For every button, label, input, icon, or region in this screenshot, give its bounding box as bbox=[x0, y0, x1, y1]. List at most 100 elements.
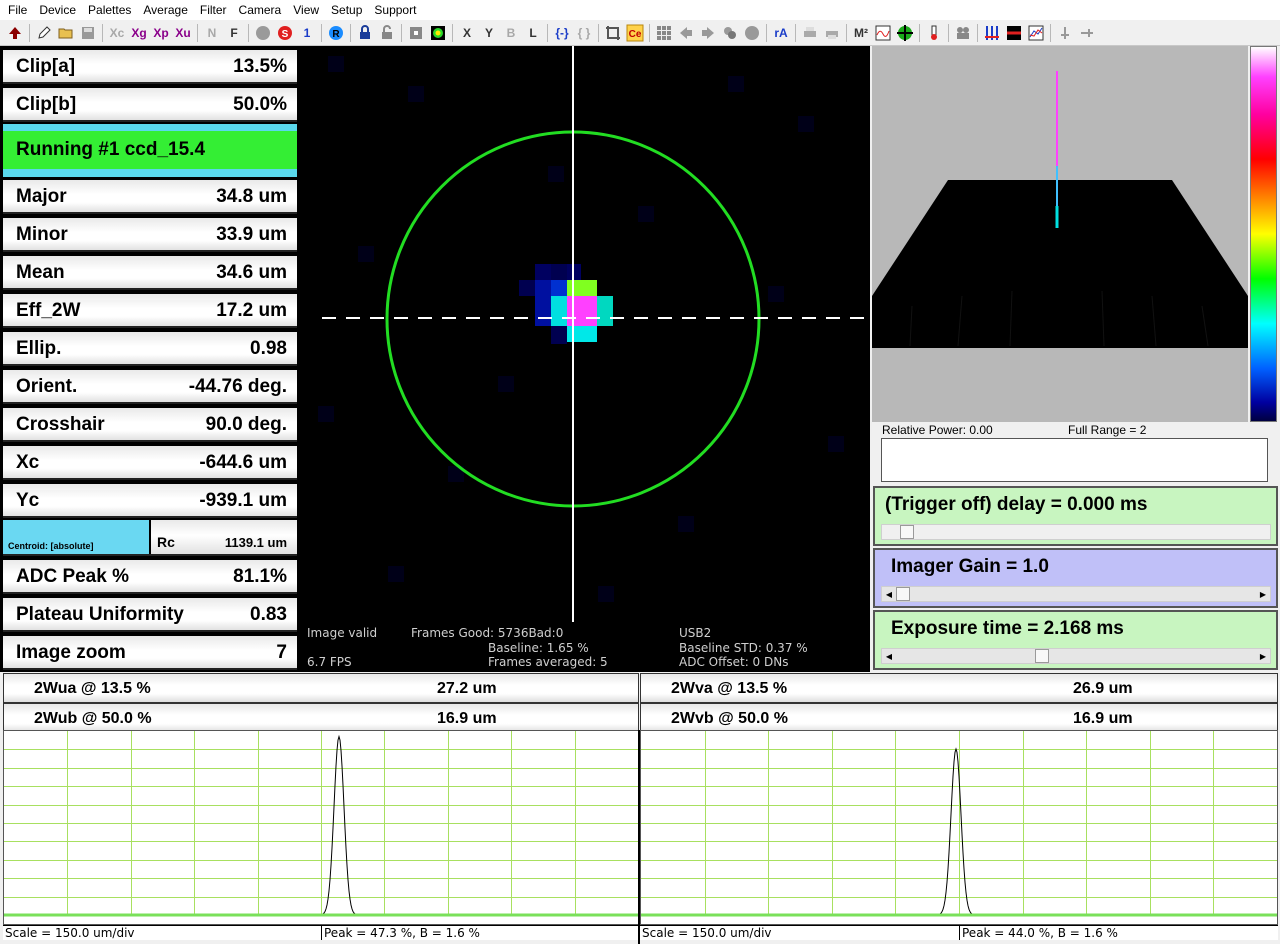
ra-icon[interactable]: rA bbox=[770, 22, 792, 44]
graph-icon[interactable] bbox=[1025, 22, 1047, 44]
x-axis-icon[interactable]: X bbox=[456, 22, 478, 44]
clip-b-row[interactable]: Clip[b] 50.0% bbox=[3, 88, 297, 122]
b-icon[interactable]: B bbox=[500, 22, 522, 44]
xp-icon[interactable]: Xp bbox=[150, 22, 172, 44]
open-folder-icon[interactable] bbox=[55, 22, 77, 44]
centroid-mode[interactable]: Centroid: [absolute] bbox=[3, 520, 149, 554]
print-icon[interactable] bbox=[799, 22, 821, 44]
3d-profile-view[interactable] bbox=[872, 46, 1248, 422]
l-icon[interactable]: L bbox=[522, 22, 544, 44]
xu-icon[interactable]: Xu bbox=[172, 22, 194, 44]
unlock-icon[interactable] bbox=[376, 22, 398, 44]
eff2w-label: Eff_2W bbox=[16, 300, 81, 321]
bracket-blue-icon[interactable]: {-} bbox=[551, 22, 573, 44]
pencil-icon[interactable] bbox=[33, 22, 55, 44]
menu-camera[interactable]: Camera bbox=[233, 3, 288, 17]
xc-label: Xc bbox=[16, 452, 40, 473]
save-icon[interactable] bbox=[77, 22, 99, 44]
arrow-left-icon[interactable] bbox=[675, 22, 697, 44]
chart-icon[interactable] bbox=[872, 22, 894, 44]
stack-icon[interactable] bbox=[719, 22, 741, 44]
bars-icon[interactable] bbox=[981, 22, 1003, 44]
status-bar: Running #1 ccd_15.4 bbox=[3, 124, 297, 177]
gain-right-arrow-icon[interactable]: ▶ bbox=[1257, 588, 1269, 600]
xc-icon[interactable]: Xc bbox=[106, 22, 128, 44]
relative-power-text: Relative Power: 0.00 bbox=[882, 423, 993, 437]
target-color-icon[interactable] bbox=[427, 22, 449, 44]
major-row[interactable]: Major 34.8 um bbox=[3, 180, 297, 214]
rc-cell[interactable]: Rc 1139.1 um bbox=[151, 520, 297, 554]
profile-u-plot[interactable] bbox=[3, 730, 639, 925]
arrow-right-icon[interactable] bbox=[697, 22, 719, 44]
up-arrow-icon[interactable] bbox=[4, 22, 26, 44]
crosshair-row[interactable]: Crosshair 90.0 deg. bbox=[3, 408, 297, 442]
trigger-label: (Trigger off) delay = 0.000 ms bbox=[885, 494, 1148, 515]
crop-icon[interactable] bbox=[602, 22, 624, 44]
ellip-row[interactable]: Ellip. 0.98 bbox=[3, 332, 297, 366]
thermo-icon[interactable] bbox=[923, 22, 945, 44]
f-icon[interactable]: F bbox=[223, 22, 245, 44]
exposure-slider[interactable]: ◀ ▶ bbox=[881, 648, 1271, 664]
xc-row[interactable]: Xc -644.6 um bbox=[3, 446, 297, 480]
print2-icon[interactable] bbox=[821, 22, 843, 44]
menu-support[interactable]: Support bbox=[368, 3, 422, 17]
y-axis-icon[interactable]: Y bbox=[478, 22, 500, 44]
adc-peak-row[interactable]: ADC Peak % 81.1% bbox=[3, 560, 297, 594]
menu-view[interactable]: View bbox=[287, 3, 325, 17]
menu-palettes[interactable]: Palettes bbox=[82, 3, 137, 17]
arrow-pin-icon[interactable] bbox=[1076, 22, 1098, 44]
full-range-text: Full Range = 2 bbox=[1068, 423, 1147, 437]
gain-left-arrow-icon[interactable]: ◀ bbox=[883, 588, 895, 600]
menu-setup[interactable]: Setup bbox=[325, 3, 368, 17]
exposure-slider-thumb[interactable] bbox=[1035, 649, 1049, 663]
gain-slider-thumb[interactable] bbox=[896, 587, 910, 601]
exposure-left-arrow-icon[interactable]: ◀ bbox=[883, 650, 895, 662]
mean-row[interactable]: Mean 34.6 um bbox=[3, 256, 297, 290]
gain-label: Imager Gain = 1.0 bbox=[891, 556, 1049, 577]
baseline-std-text: Baseline STD: 0.37 % bbox=[679, 641, 808, 655]
pin-icon[interactable] bbox=[1054, 22, 1076, 44]
run-status: Running #1 ccd_15.4 bbox=[3, 131, 297, 169]
gray-circle-icon[interactable] bbox=[252, 22, 274, 44]
lock-icon[interactable] bbox=[354, 22, 376, 44]
xg-icon[interactable]: Xg bbox=[128, 22, 150, 44]
clip-b-value: 50.0% bbox=[233, 94, 287, 115]
menu-average[interactable]: Average bbox=[137, 3, 193, 17]
trigger-slider[interactable] bbox=[881, 524, 1271, 540]
grid-icon[interactable] bbox=[653, 22, 675, 44]
minor-row[interactable]: Minor 33.9 um bbox=[3, 218, 297, 252]
svg-text:S: S bbox=[282, 29, 289, 40]
profile-v-plot[interactable] bbox=[640, 730, 1278, 925]
m2-icon[interactable]: M² bbox=[850, 22, 872, 44]
bracket-gray-icon[interactable]: { } bbox=[573, 22, 595, 44]
zoom-row[interactable]: Image zoom 7 bbox=[3, 636, 297, 670]
clip-a-row[interactable]: Clip[a] 13.5% bbox=[3, 50, 297, 84]
profile-v-curve bbox=[921, 747, 991, 916]
menu-filter[interactable]: Filter bbox=[194, 3, 233, 17]
toolbar: Xc Xg Xp Xu N F S 1 R X Y B L {-} { } Ce… bbox=[0, 20, 1280, 46]
plateau-row[interactable]: Plateau Uniformity 0.83 bbox=[3, 598, 297, 632]
reel-icon[interactable] bbox=[952, 22, 974, 44]
one-icon[interactable]: 1 bbox=[296, 22, 318, 44]
line-red-icon[interactable] bbox=[1003, 22, 1025, 44]
crosshair-icon[interactable] bbox=[894, 22, 916, 44]
s-circle-icon[interactable]: S bbox=[274, 22, 296, 44]
menu-device[interactable]: Device bbox=[33, 3, 82, 17]
yc-row[interactable]: Yc -939.1 um bbox=[3, 484, 297, 518]
square-icon[interactable] bbox=[405, 22, 427, 44]
r-circle-icon[interactable]: R bbox=[325, 22, 347, 44]
trigger-slider-thumb[interactable] bbox=[900, 525, 914, 539]
n-icon[interactable]: N bbox=[201, 22, 223, 44]
menu-file[interactable]: File bbox=[2, 3, 33, 17]
wub-label: 2Wub @ 50.0 % bbox=[34, 710, 152, 727]
exposure-right-arrow-icon[interactable]: ▶ bbox=[1257, 650, 1269, 662]
ce-icon[interactable]: Ce bbox=[624, 22, 646, 44]
gray-dot-icon[interactable] bbox=[741, 22, 763, 44]
mean-label: Mean bbox=[16, 262, 65, 283]
beam-image-view[interactable]: Image valid 6.7 FPS Frames Good: 5736Bad… bbox=[298, 46, 870, 672]
orient-row[interactable]: Orient. -44.76 deg. bbox=[3, 370, 297, 404]
eff2w-row[interactable]: Eff_2W 17.2 um bbox=[3, 294, 297, 328]
yc-value: -939.1 um bbox=[199, 490, 287, 511]
profile-u-scale: Scale = 150.0 um/div bbox=[5, 926, 135, 940]
gain-slider[interactable]: ◀ ▶ bbox=[881, 586, 1271, 602]
